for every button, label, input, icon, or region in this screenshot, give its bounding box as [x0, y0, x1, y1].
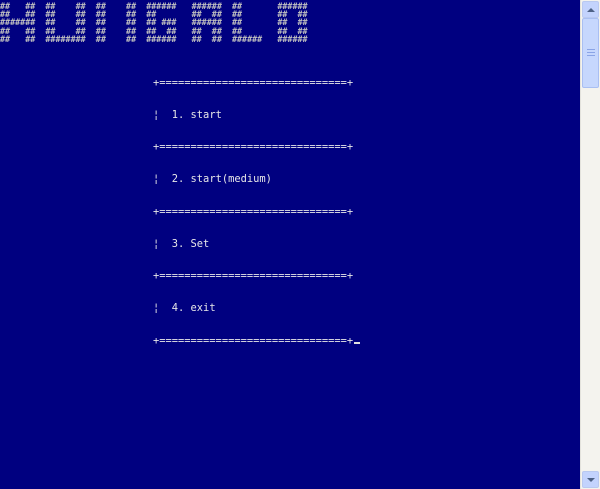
menu-border: +==============================+ [153, 76, 354, 89]
menu-border: +==============================+ [153, 141, 354, 153]
scroll-up-button[interactable] [582, 1, 599, 18]
menu-border-bottom: +==============================+ [153, 334, 361, 347]
arrow-down-icon [586, 477, 595, 482]
grip-line [587, 52, 595, 53]
menu-item-set: ¦ 3. Set [153, 237, 210, 250]
menu-item-exit: ¦ 4. exit [153, 302, 216, 315]
menu-item-label: 4. exit [171, 302, 216, 315]
scroll-down-button[interactable] [582, 471, 599, 488]
grip-line [587, 55, 595, 56]
scrollbar-thumb[interactable] [582, 18, 599, 88]
menu-border: +==============================+ [153, 334, 354, 347]
menu-box: +==============================+ ¦ 1. st… [153, 56, 361, 368]
menu-item-label: 1. start [171, 108, 222, 121]
menu-border: +==============================+ [153, 205, 354, 218]
menu-item-label: 2. start(medium) [171, 173, 272, 186]
ascii-banner: ## ## ## ## ## ## ###### ###### ## #####… [0, 2, 308, 43]
text-cursor [354, 341, 361, 344]
menu-border: +==============================+ [153, 270, 354, 282]
arrow-up-icon [586, 7, 595, 12]
console-window: ## ## ## ## ## ## ###### ###### ## #####… [0, 0, 580, 489]
grip-line [587, 49, 595, 50]
vertical-scrollbar[interactable] [580, 0, 600, 489]
menu-item-label: 3. Set [171, 237, 210, 250]
banner-line: ## ## ######## ## ## ###### ## ## ######… [0, 33, 308, 44]
menu-item-start: ¦ 1. start [153, 108, 222, 121]
menu-item-start-medium: ¦ 2. start(medium) [153, 173, 272, 186]
